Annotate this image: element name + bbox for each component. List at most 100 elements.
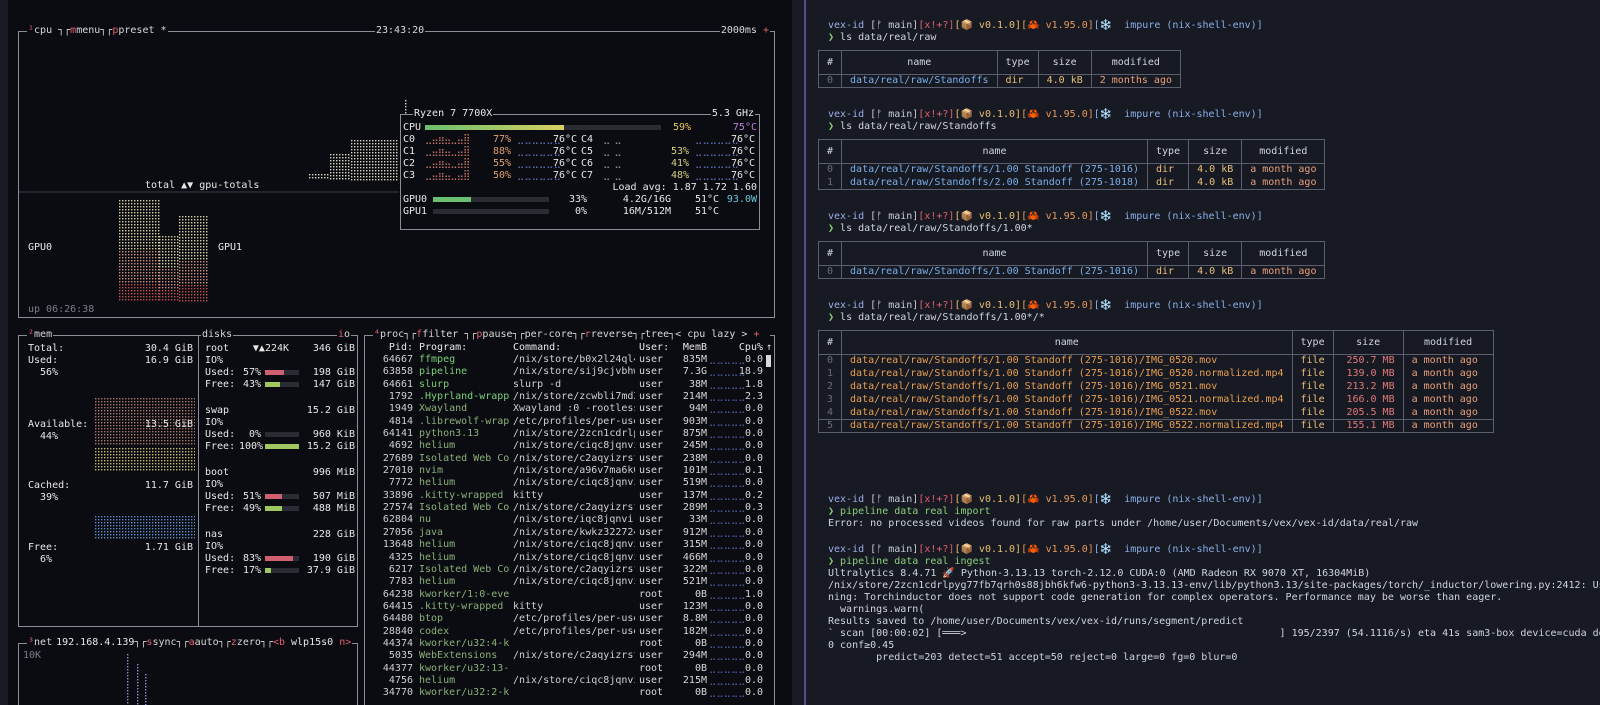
ls-row[interactable]: 1 data/real/raw/Standoffs/1.00 Standoff (…	[817, 367, 1494, 381]
proc-scrollbar[interactable]: ↑	[766, 343, 772, 705]
proc-row[interactable]: 1949 Xwayland Xwayland :0 -rootless user 94M…	[369, 403, 767, 415]
proc-row[interactable]: 64667 ffmpeg/nix/store/b0x2l24ql4 user 835M…	[369, 354, 767, 366]
proc-row[interactable]: 4325 helium/nix/store/ciqc8jqnvi user 466M 0…	[369, 552, 767, 564]
proc-col-header[interactable]: Cpu%	[713, 342, 763, 353]
proc-row[interactable]: 34770 kworker/u32:2-kc root 0B 0.0 ⣀⣀⣀⣀⣀	[369, 687, 767, 699]
disk-used-label: Used:	[205, 429, 236, 440]
proc-cpu-graph-icon: ⣀⣀⣀⣀⣀	[709, 477, 746, 489]
proc-col-header[interactable]: User:	[639, 342, 673, 353]
proc-row[interactable]: 64415 .kitty-wrapped kitty user 123M 0.0 ⣀⣀⣀⣀⣀	[369, 601, 767, 613]
proc-row[interactable]: 27010 nvim/nix/store/a96v7ma6k0 user 101M 0.…	[369, 465, 767, 477]
proc-row[interactable]: 4692 helium/nix/store/ciqc8jqnvi user 245M 0…	[369, 440, 767, 452]
net-prev-button[interactable]: <b	[273, 637, 285, 648]
proc-filter-button[interactable]: filter	[422, 329, 458, 340]
disk-root[interactable]: root ▼▲224K 346 GiB IO% Used: 57% 198 GiB Free:…	[205, 343, 355, 391]
proc-row[interactable]: 27056 java/nix/store/kwkz322724 user 912M 0.…	[369, 527, 767, 539]
mem-graph-dot	[158, 457, 160, 459]
graph-dot	[177, 290, 179, 292]
proc-row[interactable]: 64661 slurp slurp -d user 38M 1.8 ⣀⣀⣀⣀⣀	[369, 379, 767, 391]
ls-row[interactable]: 0 data/real/raw/Standoffs/1.00 Standoff (…	[817, 354, 1494, 368]
graph-dot	[168, 284, 170, 286]
proc-row[interactable]: 7783 helium/nix/store/ciqc8jqnvi user 521M 0…	[369, 576, 767, 588]
terminal-pane[interactable]: vex-id [ᚠ main][x!+?][📦 v0.1.0][🦀 v1.95.…	[808, 0, 1600, 705]
net-graph-dot	[127, 681, 129, 683]
proc-row[interactable]: 7772 helium/nix/store/ciqc8jqnvi user 519M 0…	[369, 477, 767, 489]
preset-button[interactable]: preset	[118, 25, 154, 36]
ls-row[interactable]: 5 data/real/raw/Standoffs/1.00 Standoff (…	[817, 419, 1494, 433]
gpu-totals[interactable]: gpu-totals	[199, 180, 259, 191]
pane-divider[interactable]	[804, 0, 806, 705]
graph-dot	[122, 227, 124, 229]
net-auto-button[interactable]: auto	[195, 637, 219, 648]
proc-row[interactable]: 28840 codex/etc/profiles/per-use user 182M 0…	[369, 626, 767, 638]
proc-cell: kworker/u32:2-kc	[419, 687, 509, 699]
graph-dot	[131, 263, 133, 265]
proc-tree-button[interactable]: tree	[645, 329, 669, 340]
proc-cell: root	[639, 637, 664, 649]
disk-nas[interactable]: nas 228 GiB IO% Used: 83% 190 GiB Free: 17% 37.9…	[205, 529, 355, 577]
mem-graph-dot	[182, 531, 184, 533]
proc-col-header[interactable]: Pid:	[369, 342, 413, 353]
graph-dot	[360, 158, 362, 160]
graph-dot	[122, 200, 124, 202]
gpu-temp: 51°C	[695, 194, 720, 205]
mem-total: 30.4 GiB	[144, 343, 193, 354]
proc-sort-selector[interactable]: < cpu lazy >	[675, 329, 747, 340]
ls-row[interactable]: 0 data/real/raw/Standoffs/1.00 Standoff (…	[817, 163, 1326, 177]
proc-row[interactable]: 62804 nu/nix/store/iqc8jqnvi user 33M 0.0 ⣀⣀⣀…	[369, 514, 767, 526]
proc-row[interactable]: 4814 .librewolf-wrap/etc/profiles/per-use…	[369, 416, 767, 428]
proc-row[interactable]: 4756 helium/nix/store/ciqc8jqnvi user 215M 0…	[369, 675, 767, 687]
mem-graph-dot	[176, 413, 178, 415]
proc-row[interactable]: 13648 helium/nix/store/ciqc8jqnvi user 315M…	[369, 539, 767, 551]
mem-graph-dot	[104, 528, 106, 530]
interval[interactable]: 2000ms +	[719, 25, 770, 37]
mem-graph-dot	[170, 525, 172, 527]
graph-dot	[177, 251, 179, 253]
proc-row[interactable]: 64141 python3.13/nix/store/2zcn1cdrlp user…	[369, 428, 767, 440]
ls-row[interactable]: 0 data/real/raw/Standoffs dir 4.0 kB 2 month…	[817, 74, 1181, 88]
io-title[interactable]: io	[337, 329, 352, 341]
proc-row[interactable]: 63858 pipeline/nix/store/sij9cjvbhw user 7.…	[369, 366, 767, 378]
graph-dot	[345, 157, 347, 159]
ls-row[interactable]: 3 data/real/raw/Standoffs/1.00 Standoff (…	[817, 393, 1494, 407]
proc-row[interactable]: 1792 .Hyprland-wrapp/nix/store/zcwbli7md3…	[369, 391, 767, 403]
proc-row[interactable]: 27574 Isolated Web Co/nix/store/c2aqyizrs…	[369, 502, 767, 514]
ls-row[interactable]: 0 data/real/raw/Standoffs/1.00 Standoff (…	[817, 265, 1326, 279]
proc-row[interactable]: 5035 WebExtensions/nix/store/c2aqyizrsf us…	[369, 650, 767, 662]
proc-col-header[interactable]: MemB	[673, 342, 707, 353]
graph-dot	[339, 157, 341, 159]
disk-free-label: Free:	[205, 379, 236, 390]
net-next-button[interactable]: n>	[339, 637, 351, 648]
proc-row[interactable]: 6217 Isolated Web Co/nix/store/c2aqyizrsf…	[369, 564, 767, 576]
proc-col-header[interactable]: Program:	[419, 342, 509, 353]
proc-reverse-button[interactable]: reverse	[591, 329, 633, 340]
proc-row[interactable]: 33896 .kitty-wrapped kitty user 137M 0.2 ⣀⣀⣀⣀⣀	[369, 490, 767, 502]
ls-row[interactable]: 2 data/real/raw/Standoffs/1.00 Standoff (…	[817, 380, 1494, 394]
graph-dot	[197, 279, 199, 281]
menu-button[interactable]: menu	[76, 25, 100, 36]
ls-row[interactable]: 1 data/real/raw/Standoffs/2.00 Standoff (…	[817, 176, 1326, 190]
ls-row[interactable]: 4 data/real/raw/Standoffs/1.00 Standoff (…	[817, 406, 1494, 420]
graph-dot	[146, 296, 148, 298]
graph-dot	[200, 273, 202, 275]
proc-pause-button[interactable]: pause	[482, 329, 512, 340]
proc-row[interactable]: 44374 kworker/u32:4-kc root 0B 0.0 ⣀⣀⣀⣀⣀	[369, 638, 767, 650]
proc-col-header[interactable]: Command:	[513, 342, 635, 353]
net-sync-button[interactable]: sync	[152, 637, 176, 648]
graph-dot	[203, 270, 205, 272]
disk-swap[interactable]: swap 15.2 GiB IO% Used: 0% 960 KiB Free: 100% 15…	[205, 405, 355, 453]
graph-dot	[146, 218, 148, 220]
proc-row[interactable]: 64238 kworker/1:0-even root 0B 1.0 ⣀⣀⣀⣀⣀	[369, 589, 767, 601]
proc-row[interactable]: 27689 Isolated Web Co/nix/store/c2aqyizrs…	[369, 453, 767, 465]
net-zero-button[interactable]: zero	[237, 637, 261, 648]
proc-row[interactable]: 44377 kworker/u32:13-k root 0B 0.0 ⣀⣀⣀⣀⣀	[369, 663, 767, 675]
proc-row[interactable]: 64480 btop/etc/profiles/per-use user 8.8M 0.…	[369, 613, 767, 625]
mem-graph-dot	[194, 416, 196, 418]
disk-boot[interactable]: boot 996 MiB IO% Used: 51% 507 MiB Free: 49% 488…	[205, 467, 355, 515]
mem-graph-dot	[146, 413, 148, 415]
graph-dot	[188, 237, 190, 239]
graph-dot	[162, 266, 164, 268]
graph-dot	[333, 160, 335, 162]
proc-percore-button[interactable]: per-core	[525, 329, 573, 340]
graph-dot	[381, 149, 383, 151]
